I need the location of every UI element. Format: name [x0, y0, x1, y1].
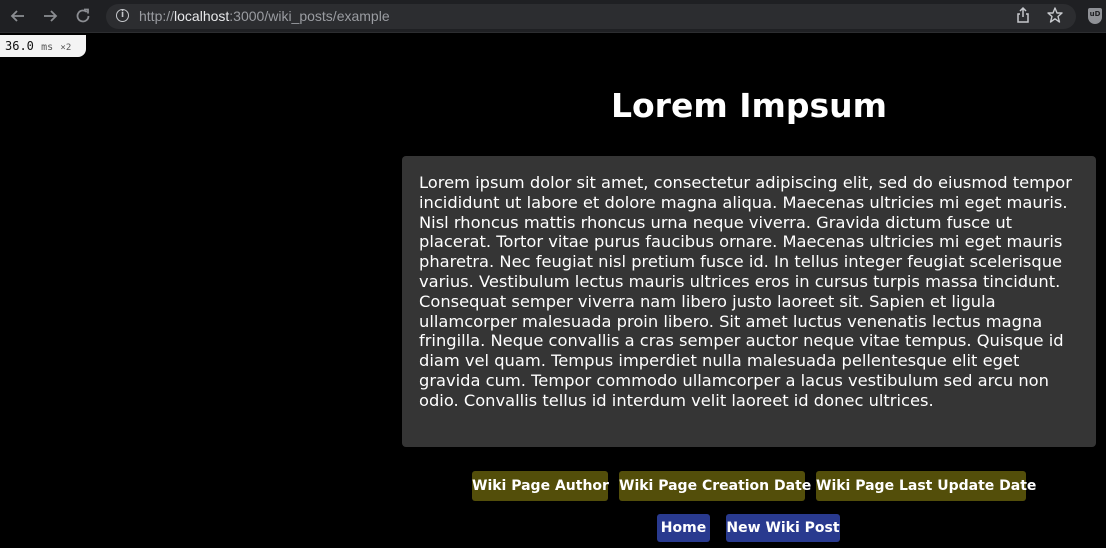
creation-date-button[interactable]: Wiki Page Creation Date [619, 471, 811, 501]
performance-badge: 36.0 ms ×2 [0, 35, 86, 57]
url-text[interactable]: http://localhost:3000/wiki_posts/example [139, 8, 390, 25]
reload-icon[interactable] [73, 6, 93, 26]
author-button[interactable]: Wiki Page Author [472, 471, 609, 501]
back-arrow-icon[interactable] [8, 6, 28, 26]
browser-toolbar: i http://localhost:3000/wiki_posts/examp… [0, 0, 1106, 33]
perf-unit: ms [41, 42, 54, 53]
address-bar[interactable]: i http://localhost:3000/wiki_posts/examp… [106, 4, 1076, 29]
wiki-content-box: Lorem ipsum dolor sit amet, consectetur … [402, 156, 1096, 447]
new-wiki-post-button[interactable]: New Wiki Post [726, 514, 840, 542]
ublock-extension-icon[interactable]: uD [1088, 8, 1102, 24]
page-title: Lorem Impsum [610, 86, 888, 125]
perf-value: 36.0 [5, 39, 34, 53]
site-info-icon[interactable]: i [116, 9, 129, 22]
share-icon[interactable] [1015, 6, 1031, 28]
bookmark-star-icon[interactable] [1046, 6, 1064, 28]
perf-multiplier: ×2 [60, 43, 72, 53]
forward-arrow-icon[interactable] [40, 6, 60, 26]
wiki-body-text: Lorem ipsum dolor sit amet, consectetur … [419, 173, 1072, 410]
last-update-date-button[interactable]: Wiki Page Last Update Date [816, 471, 1036, 501]
home-button[interactable]: Home [657, 514, 710, 542]
